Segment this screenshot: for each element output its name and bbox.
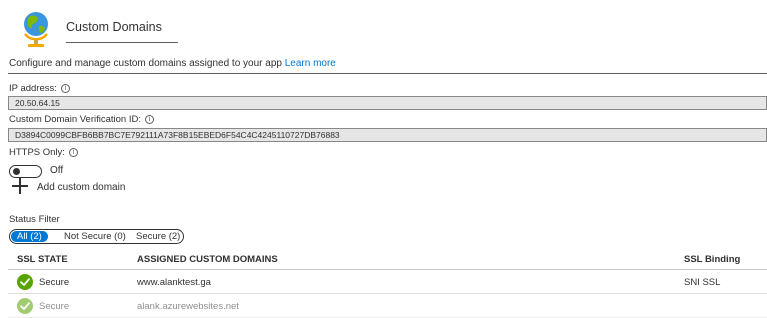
- ssl-binding-cell: SNI SSL: [684, 277, 721, 288]
- verification-id-label: Custom Domain Verification ID: i: [9, 114, 154, 125]
- globe-icon: [24, 12, 48, 47]
- info-icon[interactable]: i: [68, 147, 78, 157]
- plus-icon: [12, 178, 28, 194]
- column-ssl-state[interactable]: SSL STATE: [17, 254, 68, 265]
- page-title: Custom Domains: [66, 20, 162, 34]
- add-custom-domain-label: Add custom domain: [37, 182, 126, 193]
- ssl-state-cell: Secure: [39, 277, 70, 288]
- filter-all[interactable]: All (2): [11, 231, 48, 242]
- filter-secure[interactable]: Secure (2): [130, 231, 186, 242]
- ssl-state-cell: Secure: [39, 301, 70, 312]
- https-only-label: HTTPS Only: i: [9, 147, 78, 158]
- add-custom-domain-button[interactable]: Add custom domain: [12, 178, 152, 198]
- description-text: Configure and manage custom domains assi…: [9, 58, 282, 69]
- info-icon[interactable]: i: [60, 83, 70, 93]
- status-filter-label: Status Filter: [9, 214, 60, 225]
- page-header: Custom Domains: [20, 8, 320, 48]
- check-circle-icon: [17, 274, 33, 290]
- ip-address-label: IP address: i: [9, 83, 70, 94]
- domains-table: SSL STATE ASSIGNED CUSTOM DOMAINS SSL Bi…: [8, 248, 767, 318]
- page-description: Configure and manage custom domains assi…: [9, 58, 336, 69]
- section-divider: [8, 73, 767, 74]
- column-assigned-domains[interactable]: ASSIGNED CUSTOM DOMAINS: [137, 254, 278, 265]
- status-filter: All (2) Not Secure (0) Secure (2): [9, 229, 184, 244]
- table-row[interactable]: Secure alank.azurewebsites.net: [8, 294, 767, 318]
- toggle-knob: [13, 168, 20, 175]
- table-row[interactable]: Secure www.alanktest.ga SNI SSL: [8, 270, 767, 294]
- table-header: SSL STATE ASSIGNED CUSTOM DOMAINS SSL Bi…: [8, 248, 767, 270]
- domain-cell: www.alanktest.ga: [137, 277, 211, 288]
- title-underline: [66, 42, 178, 43]
- column-ssl-binding[interactable]: SSL Binding: [684, 254, 740, 265]
- ip-address-field[interactable]: 20.50.64.15: [8, 96, 767, 110]
- filter-not-secure[interactable]: Not Secure (0): [58, 231, 132, 242]
- verification-id-field[interactable]: D3894C0099CBFB6BB7BC7E792111A73F8B15EBED…: [8, 128, 767, 142]
- info-icon[interactable]: i: [145, 114, 154, 124]
- custom-domains-page: Custom Domains Configure and manage cust…: [0, 0, 767, 318]
- learn-more-link[interactable]: Learn more: [285, 58, 336, 69]
- domain-cell: alank.azurewebsites.net: [137, 301, 239, 312]
- check-circle-icon: [17, 298, 33, 314]
- https-only-state: Off: [50, 165, 64, 176]
- https-only-toggle[interactable]: [9, 165, 42, 178]
